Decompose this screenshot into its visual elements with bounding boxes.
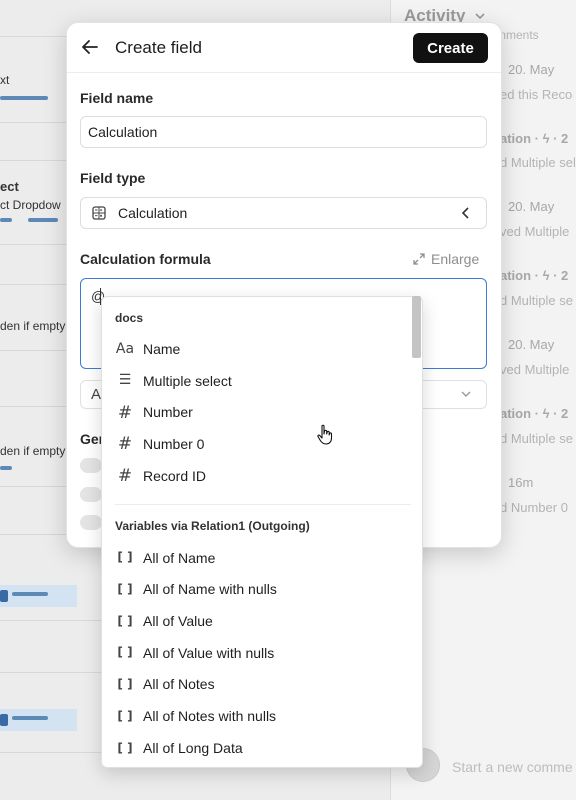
background-snippet: xt	[0, 73, 10, 87]
list-type-icon: ☰	[118, 372, 132, 388]
activity-date: 20. May	[508, 199, 555, 214]
dropdown-item-label: Number 0	[143, 436, 205, 452]
back-arrow-icon[interactable]	[80, 37, 100, 57]
hash-icon: #	[117, 403, 133, 423]
create-button[interactable]: Create	[413, 33, 488, 63]
background-bar	[12, 716, 48, 720]
activity-line: d Number 0	[500, 500, 568, 515]
dropdown-item-label: Number	[143, 404, 193, 420]
array-icon: [ ]	[117, 614, 133, 628]
activity-line: d Multiple se	[500, 431, 573, 446]
chevron-left-icon[interactable]	[461, 206, 471, 220]
array-icon: [ ]	[117, 741, 133, 755]
dropdown-section-title: docs	[115, 311, 144, 325]
activity-date: 20. May	[508, 62, 555, 77]
format-select-value: A	[91, 386, 102, 403]
activity-line: d Multiple se	[500, 293, 573, 308]
array-icon: [ ]	[117, 582, 133, 596]
activity-line: d Multiple sel	[500, 155, 576, 170]
field-type-value: Calculation	[118, 205, 188, 221]
activity-date: 20. May	[508, 337, 555, 352]
background-snippet: den if empty	[0, 444, 66, 458]
formula-label: Calculation formula	[80, 251, 211, 267]
background-bar	[28, 218, 58, 222]
background-bar	[0, 466, 12, 470]
modal-title: Create field	[115, 38, 202, 57]
array-icon: [ ]	[117, 645, 133, 659]
dropdown-item-label: All of Name with nulls	[143, 581, 277, 597]
background-snippet: ect	[0, 179, 19, 194]
divider	[115, 504, 411, 505]
dropdown-item-label: Name	[143, 341, 181, 357]
background-highlight	[0, 709, 77, 731]
activity-tab-comments[interactable]: mments	[496, 28, 539, 42]
field-name-label: Field name	[80, 90, 154, 106]
hash-icon: #	[117, 466, 133, 486]
activity-line: ved Multiple	[500, 362, 570, 377]
activity-line: ed this Reco	[500, 87, 573, 102]
dropdown-item-label: All of Long Data	[143, 740, 243, 756]
enlarge-button[interactable]: Enlarge	[413, 251, 479, 267]
background-bar	[0, 714, 8, 726]
field-name-value: Calculation	[88, 124, 158, 140]
field-type-label: Field type	[80, 170, 146, 186]
hash-icon: #	[117, 434, 133, 454]
chevron-down-icon[interactable]	[474, 10, 486, 22]
dropdown-section-title: Variables via Relation1 (Outgoing)	[115, 519, 310, 533]
array-icon: [ ]	[117, 677, 133, 691]
array-icon: [ ]	[117, 709, 133, 723]
dropdown-item-label: Multiple select	[143, 373, 232, 389]
activity-head: ation · ϟ · 2	[500, 406, 569, 421]
comment-input[interactable]: Start a new comme	[452, 759, 573, 775]
calculator-icon	[92, 206, 106, 220]
background-snippet: den if empty	[0, 319, 66, 333]
activity-line: ved Multiple	[500, 224, 570, 239]
enlarge-label: Enlarge	[431, 251, 480, 267]
hand-pointer-icon	[317, 424, 333, 445]
divider	[67, 72, 501, 73]
toggle-switch[interactable]	[80, 515, 102, 530]
scrollbar[interactable]	[412, 296, 421, 358]
background-bar	[0, 96, 48, 100]
dropdown-item-label: Record ID	[143, 468, 207, 484]
dropdown-item-label: All of Notes with nulls	[143, 708, 277, 724]
background-bar	[0, 590, 8, 602]
activity-head: ation · ϟ · 2	[500, 268, 569, 283]
toggle-switch[interactable]	[80, 487, 102, 502]
chevron-down-icon[interactable]	[461, 390, 471, 398]
background-highlight	[0, 585, 77, 607]
dropdown-item-label: All of Value	[143, 613, 213, 629]
dropdown-item-label: All of Notes	[143, 676, 215, 692]
text-type-icon: Aa	[115, 341, 135, 357]
toggle-switch[interactable]	[80, 458, 102, 473]
activity-head: ation · ϟ · 2	[500, 131, 569, 146]
array-icon: [ ]	[117, 550, 133, 564]
background-bar	[0, 218, 12, 222]
dropdown-item-label: All of Value with nulls	[143, 645, 275, 661]
background-snippet: ct Dropdow	[0, 198, 61, 212]
background-bar	[12, 592, 48, 596]
activity-date: 16m	[508, 475, 534, 490]
dropdown-item-label: All of Name	[143, 550, 216, 566]
expand-icon	[413, 253, 425, 265]
